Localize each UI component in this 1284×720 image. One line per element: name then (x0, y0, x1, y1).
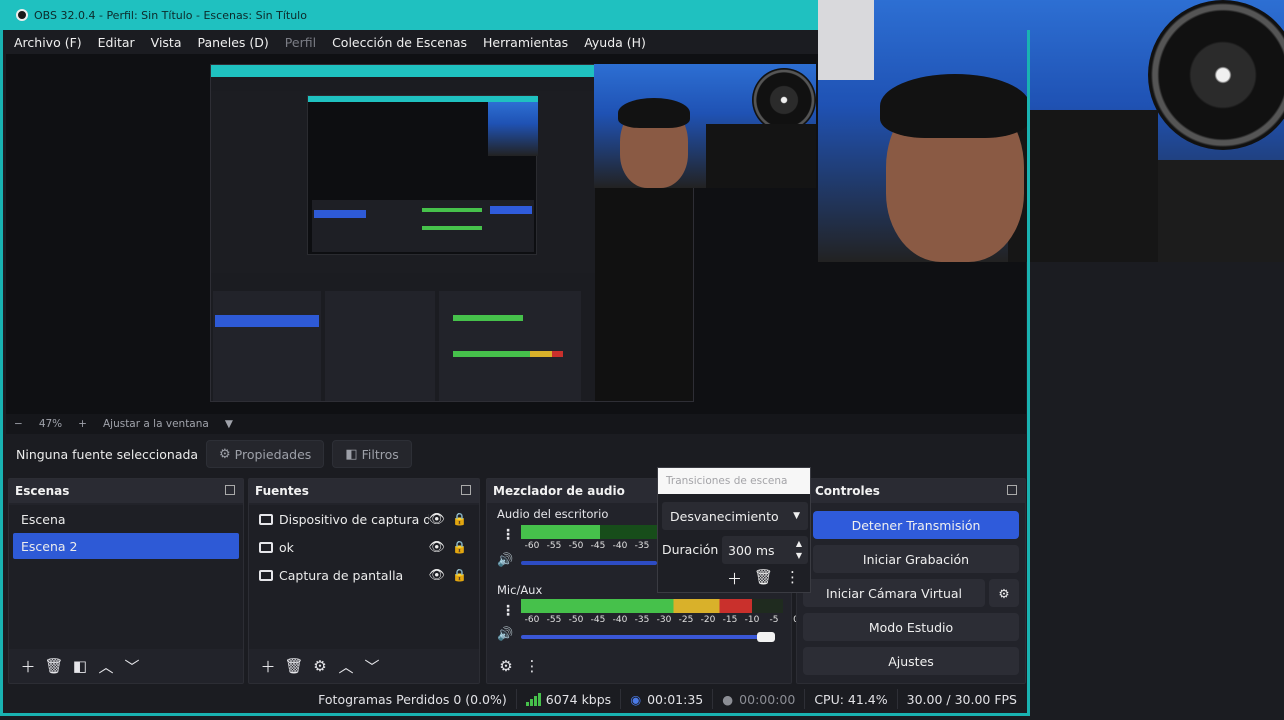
obs-window: OBS 32.0.4 - Perfil: Sin Título - Escena… (0, 0, 1284, 720)
window-title: OBS 32.0.4 - Perfil: Sin Título - Escena… (34, 8, 307, 22)
obs-logo-icon (16, 9, 28, 21)
window-frame (0, 30, 1030, 716)
title-bar: OBS 32.0.4 - Perfil: Sin Título - Escena… (0, 0, 818, 30)
